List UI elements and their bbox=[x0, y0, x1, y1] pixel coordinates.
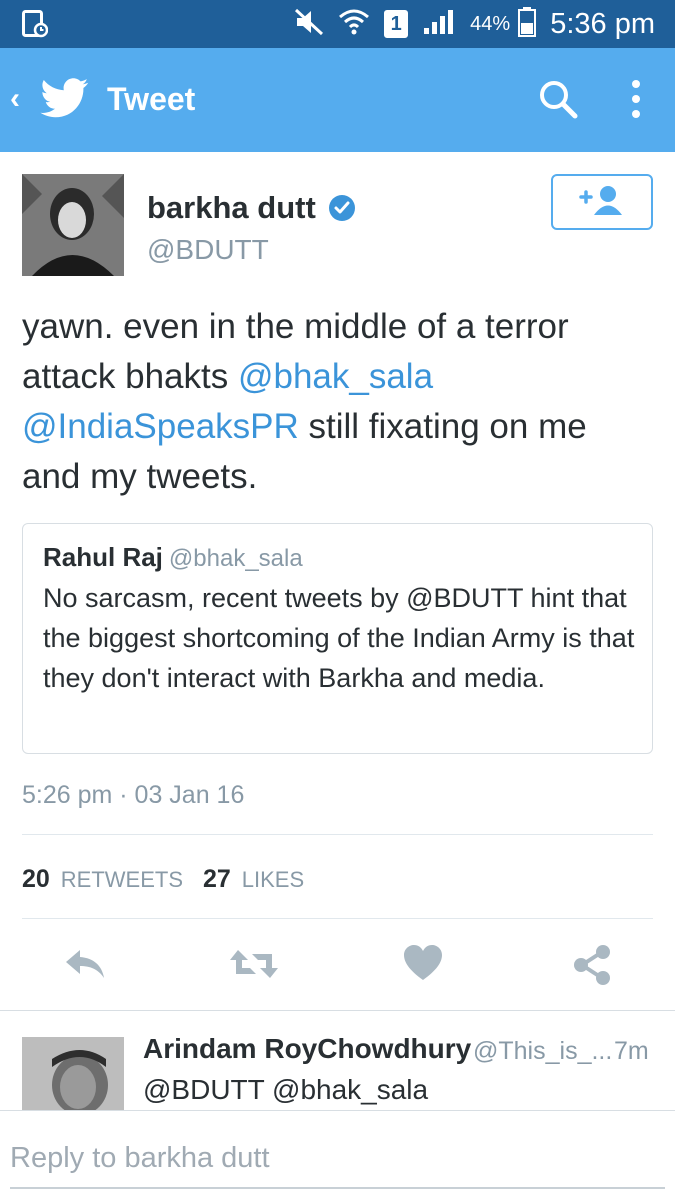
tweet-timestamp: 5:26 pm · 03 Jan 16 bbox=[22, 781, 245, 809]
reply-icon[interactable] bbox=[62, 944, 108, 989]
reply-input[interactable] bbox=[10, 1129, 665, 1189]
reply-text: @BDUTT @bhak_sala bbox=[143, 1074, 429, 1105]
add-user-icon bbox=[578, 184, 626, 221]
author-handle[interactable]: @BDUTT bbox=[147, 234, 269, 266]
reply-author-handle[interactable]: @This_is_... bbox=[473, 1037, 612, 1066]
retweets-count: 20 bbox=[22, 865, 50, 893]
clock: 5:36 pm bbox=[550, 7, 655, 40]
mute-icon bbox=[294, 8, 324, 41]
quoted-author-name: Rahul Raj bbox=[43, 542, 163, 572]
quoted-author-handle: @bhak_sala bbox=[168, 545, 303, 572]
signal-icon bbox=[422, 8, 456, 41]
likes-count: 27 bbox=[203, 865, 231, 893]
reply-time: 7m bbox=[614, 1037, 649, 1065]
status-bar: 1 44% 5:36 pm bbox=[0, 0, 675, 48]
follow-button[interactable] bbox=[551, 174, 653, 230]
reply-author-avatar[interactable] bbox=[22, 1037, 124, 1110]
like-heart-icon[interactable] bbox=[403, 944, 443, 987]
more-vert-icon[interactable] bbox=[630, 78, 642, 125]
likes-label: LIKES bbox=[241, 867, 305, 892]
reply-bar bbox=[0, 1110, 675, 1200]
screenshot-notification-icon bbox=[22, 10, 49, 43]
reply-author-name[interactable]: Arindam RoyChowdhury bbox=[143, 1033, 471, 1065]
battery-percent: 44% bbox=[470, 12, 511, 35]
divider bbox=[0, 1010, 675, 1011]
author-avatar[interactable] bbox=[22, 174, 124, 276]
quoted-tweet-text: No sarcasm, recent tweets by @BDUTT hint… bbox=[43, 583, 635, 693]
search-icon[interactable] bbox=[537, 78, 579, 125]
retweet-icon[interactable] bbox=[228, 944, 280, 989]
retweets-stat[interactable]: 20 RETWEETS bbox=[22, 865, 183, 893]
sim-badge: 1 bbox=[384, 10, 409, 38]
share-icon[interactable] bbox=[572, 944, 612, 991]
page-title: Tweet bbox=[107, 81, 196, 117]
author-name[interactable]: barkha dutt bbox=[147, 190, 316, 226]
verified-badge-icon bbox=[327, 193, 357, 228]
divider bbox=[22, 834, 653, 835]
likes-stat[interactable]: 27 LIKES bbox=[203, 865, 304, 893]
retweets-label: RETWEETS bbox=[60, 867, 183, 892]
mention-link[interactable]: @bhak_sala bbox=[238, 357, 433, 396]
tweet-text: yawn. even in the middle of a terror att… bbox=[22, 302, 652, 502]
wifi-icon bbox=[338, 7, 370, 42]
battery-icon bbox=[518, 6, 537, 42]
back-icon[interactable]: ‹ bbox=[10, 82, 20, 116]
app-bar: ‹ Tweet bbox=[0, 48, 675, 152]
tweet-stats: 20 RETWEETS 27 LIKES bbox=[22, 865, 304, 894]
divider bbox=[22, 918, 653, 919]
quoted-tweet[interactable]: Rahul Raj @bhak_sala No sarcasm, recent t… bbox=[22, 523, 653, 754]
mention-link[interactable]: @IndiaSpeaksPR bbox=[22, 407, 299, 446]
quoted-tweet-header: Rahul Raj @bhak_sala bbox=[43, 542, 303, 573]
twitter-bird-icon[interactable] bbox=[40, 78, 90, 123]
